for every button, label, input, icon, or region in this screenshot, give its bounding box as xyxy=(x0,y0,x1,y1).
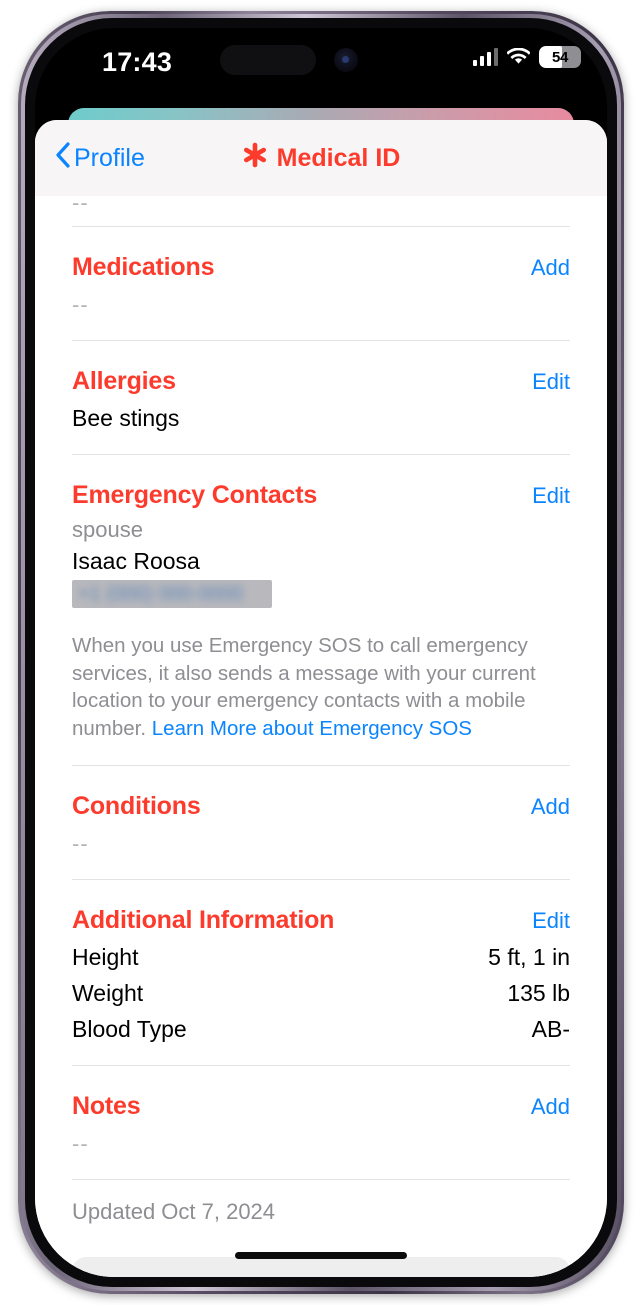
medical-id-sheet: Profile Medical ID -- Medications Add --… xyxy=(35,120,607,1277)
section-emergency-contacts: Emergency Contacts Edit spouse Isaac Roo… xyxy=(72,455,570,765)
row-value-height: 5 ft, 1 in xyxy=(488,943,570,970)
section-title-medications: Medications xyxy=(72,253,215,281)
delete-button-container: Delete Medical ID xyxy=(72,1225,570,1277)
section-header-notes: Notes Add xyxy=(72,1066,570,1121)
contact-name: Isaac Roosa xyxy=(72,548,200,574)
medical-id-content: -- Medications Add -- Allergies Edit Bee… xyxy=(35,190,607,1277)
learn-more-emergency-sos-link[interactable]: Learn More about Emergency SOS xyxy=(152,717,472,740)
edit-additional-information-button[interactable]: Edit xyxy=(532,908,570,934)
edit-emergency-contacts-button[interactable]: Edit xyxy=(532,483,570,509)
medications-value: -- xyxy=(72,292,89,317)
contact-phone-redacted[interactable]: +1 (000) 000-0000 xyxy=(72,580,272,608)
section-header-additional-information: Additional Information Edit xyxy=(72,880,570,935)
section-allergies: Allergies Edit Bee stings xyxy=(72,341,570,454)
section-additional-information: Additional Information Edit Height 5 ft,… xyxy=(72,880,570,1065)
add-notes-button[interactable]: Add xyxy=(531,1094,570,1120)
row-value-weight: 135 lb xyxy=(507,979,570,1006)
delete-medical-id-button[interactable]: Delete Medical ID xyxy=(72,1256,570,1277)
row-label-blood-type: Blood Type xyxy=(72,1015,187,1042)
section-header-allergies: Allergies Edit xyxy=(72,341,570,396)
section-header-emergency-contacts: Emergency Contacts Edit xyxy=(72,455,570,510)
scrolled-section-value: -- xyxy=(72,190,89,215)
section-title-allergies: Allergies xyxy=(72,367,176,395)
table-row: Height 5 ft, 1 in xyxy=(72,935,570,971)
section-header-conditions: Conditions Add xyxy=(72,766,570,821)
table-row: Blood Type AB- xyxy=(72,1007,570,1043)
page-title: Medical ID xyxy=(35,141,607,175)
section-medications: Medications Add -- xyxy=(72,227,570,340)
screenshot-stage: 17:43 54 Profile Medical ID -- Medicatio… xyxy=(0,0,642,1305)
table-row: Weight 135 lb xyxy=(72,971,570,1007)
front-camera-icon xyxy=(334,48,358,72)
wifi-icon xyxy=(507,48,530,66)
dynamic-island xyxy=(220,45,316,75)
section-title-additional-information: Additional Information xyxy=(72,905,335,934)
page-title-label: Medical ID xyxy=(276,143,401,172)
edit-allergies-button[interactable]: Edit xyxy=(532,369,570,395)
contact-phone-value: +1 (000) 000-0000 xyxy=(78,582,244,605)
add-medications-button[interactable]: Add xyxy=(531,255,570,281)
section-title-emergency-contacts: Emergency Contacts xyxy=(72,481,318,509)
emergency-sos-footnote: When you use Emergency SOS to call emerg… xyxy=(72,608,570,765)
cellular-bars-icon xyxy=(472,48,498,66)
row-label-weight: Weight xyxy=(72,979,144,1006)
section-conditions: Conditions Add -- xyxy=(72,766,570,879)
status-bar: 17:43 54 xyxy=(35,28,607,106)
contact-relationship: spouse xyxy=(72,517,143,542)
allergies-value: Bee stings xyxy=(72,405,180,431)
section-title-notes: Notes xyxy=(72,1091,141,1120)
navigation-bar: Profile Medical ID xyxy=(35,120,607,196)
status-bar-indicators: 54 xyxy=(472,46,581,68)
updated-timestamp: Updated Oct 7, 2024 xyxy=(72,1198,276,1224)
scrolled-section-partial: -- xyxy=(72,190,570,226)
row-label-height: Height xyxy=(72,943,139,970)
home-indicator[interactable] xyxy=(235,1252,407,1259)
medical-asterisk-icon xyxy=(242,141,268,175)
section-header-medications: Medications Add xyxy=(72,227,570,282)
section-notes: Notes Add -- xyxy=(72,1066,570,1179)
section-title-conditions: Conditions xyxy=(72,791,201,820)
row-value-blood-type: AB- xyxy=(531,1015,570,1042)
notes-value: -- xyxy=(72,1130,89,1156)
add-conditions-button[interactable]: Add xyxy=(531,794,570,820)
phone-screen: 17:43 54 Profile Medical ID -- Medicatio… xyxy=(35,28,607,1277)
conditions-value: -- xyxy=(72,830,89,856)
battery-icon: 54 xyxy=(539,46,581,68)
battery-percent-label: 54 xyxy=(551,48,569,66)
status-bar-time: 17:43 xyxy=(102,47,173,77)
